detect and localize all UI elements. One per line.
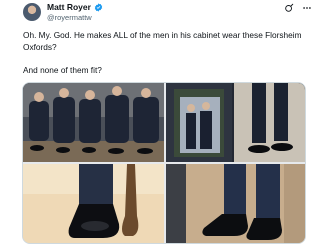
grok-icon[interactable] — [284, 3, 294, 13]
media-image-white-house[interactable] — [166, 83, 305, 162]
media-image-cabinet-seated[interactable] — [23, 83, 164, 162]
post-media-grid[interactable] — [22, 82, 306, 244]
author-handle[interactable]: @royermattw — [47, 13, 92, 22]
author-name-row[interactable]: Matt Royer — [47, 2, 103, 12]
post-text-line1: Oh. My. God. He makes ALL of the men in … — [23, 30, 302, 52]
media-image-shoes-floor[interactable] — [166, 164, 305, 243]
post-text-line2: And none of them fit? — [23, 65, 102, 75]
verified-badge-icon — [94, 2, 103, 12]
author-name[interactable]: Matt Royer — [47, 2, 91, 12]
more-icon[interactable] — [302, 3, 312, 13]
media-image-shoe-closeup[interactable] — [23, 164, 164, 243]
avatar[interactable] — [23, 3, 41, 21]
